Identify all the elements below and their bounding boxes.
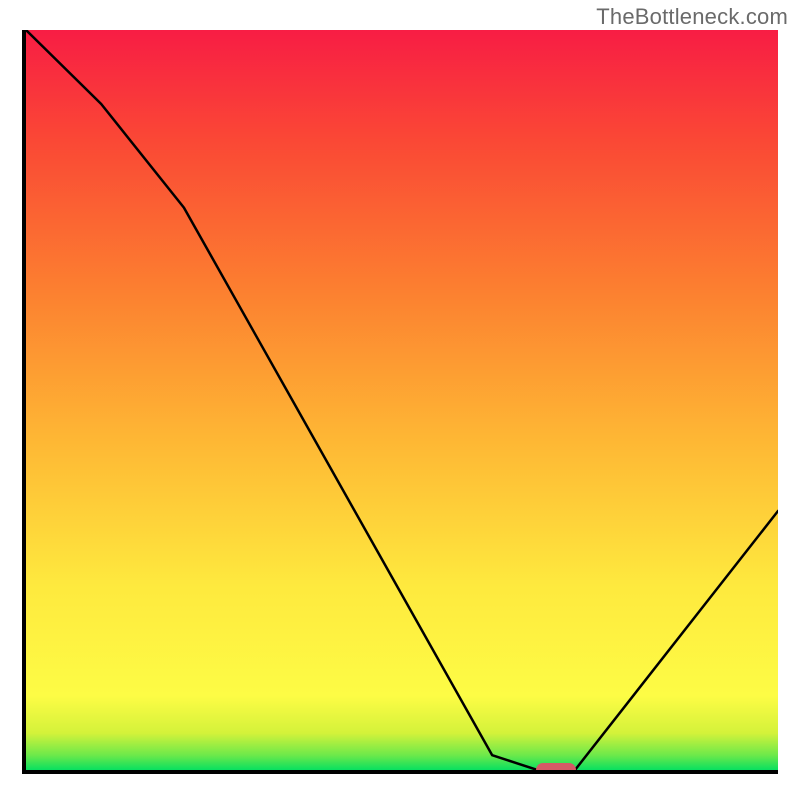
optimal-marker: [536, 763, 576, 774]
watermark-text: TheBottleneck.com: [596, 4, 788, 30]
plot-area: [22, 30, 778, 774]
gradient-background: [26, 30, 778, 770]
chart-svg: [26, 30, 778, 770]
